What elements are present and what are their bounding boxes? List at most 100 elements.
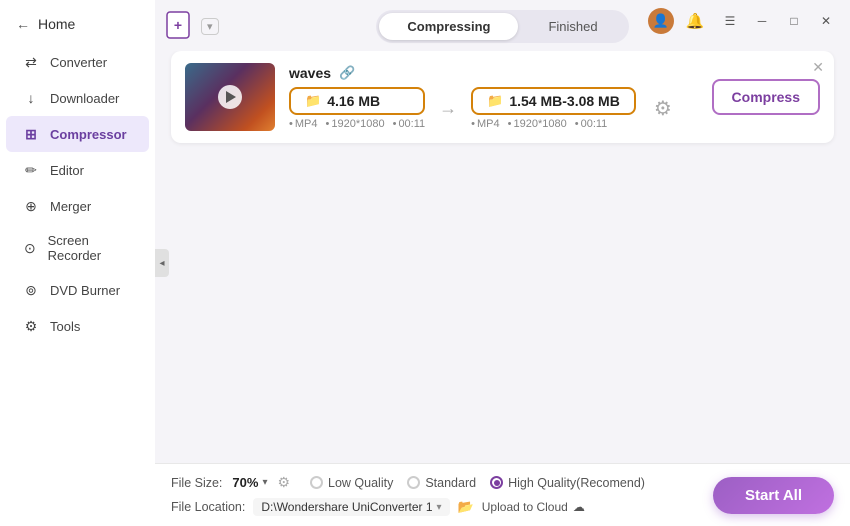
add-file-dropdown-icon[interactable]: ▾ [201,18,219,35]
notification-bell-icon[interactable]: 🔔 [682,8,708,34]
file-sizes-row: 📁 4.16 MB • MP4 • 1920*1080 • 00:11 → [289,87,698,130]
merger-icon: ⊕ [22,197,40,215]
content-area: waves 🔗 📁 4.16 MB • MP4 • 1920*1080 • [155,51,850,463]
original-size-value: 4.16 MB [327,93,380,109]
minimize-button[interactable]: ─ [748,10,776,32]
downloader-icon: ↓ [22,89,40,107]
sidebar-item-screen-recorder[interactable]: ⊙ Screen Recorder [6,224,149,272]
tab-finished[interactable]: Finished [520,13,625,40]
user-avatar[interactable]: 👤 [648,8,674,34]
browse-folder-icon[interactable]: 📂 [458,499,474,515]
quality-gear-icon[interactable]: ⚙ [277,474,290,491]
sidebar-item-merger[interactable]: ⊕ Merger [6,188,149,224]
file-name-row: waves 🔗 [289,65,698,81]
sidebar-item-tools[interactable]: ⚙ Tools [6,308,149,344]
quality-high-radio-inner [494,480,500,486]
compressed-size-value: 1.54 MB-3.08 MB [509,93,619,109]
tabs-container: Compressing Finished [376,10,628,43]
sidebar-item-editor[interactable]: ✏ Editor [6,152,149,188]
quality-high-radio[interactable] [490,476,503,489]
home-label: Home [38,16,75,32]
titlebar: 👤 🔔 ☰ ─ □ ✕ [638,0,850,42]
compressed-size-box: 📁 1.54 MB-3.08 MB [471,87,636,115]
sidebar-item-downloader[interactable]: ↓ Downloader [6,80,149,116]
percent-selector[interactable]: 70% ▾ [232,475,267,490]
tab-compressing[interactable]: Compressing [379,13,518,40]
compressed-file-info: 📁 1.54 MB-3.08 MB • MP4 • 1920*1080 • 00… [471,87,636,130]
quality-standard-radio[interactable] [407,476,420,489]
file-name: waves [289,65,331,81]
upload-cloud-label: Upload to Cloud [482,500,568,514]
cloud-icon: ☁ [573,500,585,514]
compressed-resolution: • 1920*1080 [508,118,567,130]
settings-icon[interactable]: ⚙ [654,96,672,121]
percent-chevron-icon: ▾ [262,477,267,488]
folder-icon: 📁 [305,93,321,109]
start-all-button[interactable]: Start All [713,477,834,514]
sidebar-collapse-button[interactable]: ◂ [155,249,169,277]
file-thumbnail[interactable] [185,63,275,131]
sidebar-label-converter: Converter [50,55,107,70]
file-size-label: File Size: [171,476,222,490]
compressed-duration: • 00:11 [575,118,608,130]
sidebar-item-converter[interactable]: ⇄ Converter [6,44,149,80]
sidebar-label-editor: Editor [50,163,84,178]
quality-low-option[interactable]: Low Quality [310,476,393,490]
file-close-button[interactable]: ✕ [812,59,824,76]
svg-text:+: + [174,17,182,33]
sidebar-label-tools: Tools [50,319,80,334]
compressed-folder-icon: 📁 [487,93,503,109]
sidebar-item-dvd-burner[interactable]: ⊚ DVD Burner [6,272,149,308]
compressed-format: • MP4 [471,118,499,130]
editor-icon: ✏ [22,161,40,179]
sidebar-label-downloader: Downloader [50,91,119,106]
original-file-info: 📁 4.16 MB • MP4 • 1920*1080 • 00:11 [289,87,425,130]
quality-options: Low Quality Standard High Quality(Recome… [310,476,645,490]
bottom-bar: File Size: 70% ▾ ⚙ Low Quality Standard [155,463,850,526]
quality-low-radio[interactable] [310,476,323,489]
file-location-label: File Location: [171,500,245,514]
original-duration: • 00:11 [393,118,426,130]
add-file-button[interactable]: + ▾ [165,10,219,42]
back-home-button[interactable]: ← Home [0,8,155,44]
maximize-button[interactable]: □ [780,10,808,32]
sidebar-item-compressor[interactable]: ⊞ Compressor [6,116,149,152]
main-content: 👤 🔔 ☰ ─ □ ✕ + ▾ Compressing Finished [155,0,850,526]
menu-button[interactable]: ☰ [716,10,744,32]
file-info: waves 🔗 📁 4.16 MB • MP4 • 1920*1080 • [289,65,698,130]
original-size-box: 📁 4.16 MB [289,87,425,115]
original-resolution: • 1920*1080 [325,118,384,130]
play-triangle-icon [226,91,236,103]
percent-value: 70% [232,475,258,490]
back-arrow-icon: ← [16,16,30,32]
location-chevron-icon: ▾ [437,502,442,513]
user-icon: 👤 [653,13,669,29]
converter-icon: ⇄ [22,53,40,71]
sidebar-label-compressor: Compressor [50,127,127,142]
quality-standard-label: Standard [425,476,476,490]
external-link-icon[interactable]: 🔗 [339,65,355,81]
quality-standard-option[interactable]: Standard [407,476,476,490]
quality-low-label: Low Quality [328,476,393,490]
original-format: • MP4 [289,118,317,130]
add-file-icon: + [165,10,197,42]
upload-cloud-button[interactable]: Upload to Cloud ☁ [482,500,585,514]
file-location-row: File Location: D:\Wondershare UniConvert… [171,498,703,516]
close-button[interactable]: ✕ [812,10,840,32]
file-size-row: File Size: 70% ▾ ⚙ Low Quality Standard [171,474,703,491]
sidebar-label-screen-recorder: Screen Recorder [48,233,133,263]
compress-button[interactable]: Compress [712,79,820,115]
bottom-left-panel: File Size: 70% ▾ ⚙ Low Quality Standard [171,474,703,516]
quality-high-option[interactable]: High Quality(Recomend) [490,476,645,490]
location-path-selector[interactable]: D:\Wondershare UniConverter 1 ▾ [253,498,449,516]
dvd-burner-icon: ⊚ [22,281,40,299]
compressed-file-meta: • MP4 • 1920*1080 • 00:11 [471,118,636,130]
play-button[interactable] [218,85,242,109]
screen-recorder-icon: ⊙ [22,239,38,257]
location-path-value: D:\Wondershare UniConverter 1 [261,500,432,514]
compressor-icon: ⊞ [22,125,40,143]
sidebar-label-merger: Merger [50,199,91,214]
tools-icon: ⚙ [22,317,40,335]
sidebar: ← Home ⇄ Converter ↓ Downloader ⊞ Compre… [0,0,155,526]
original-file-meta: • MP4 • 1920*1080 • 00:11 [289,118,425,130]
